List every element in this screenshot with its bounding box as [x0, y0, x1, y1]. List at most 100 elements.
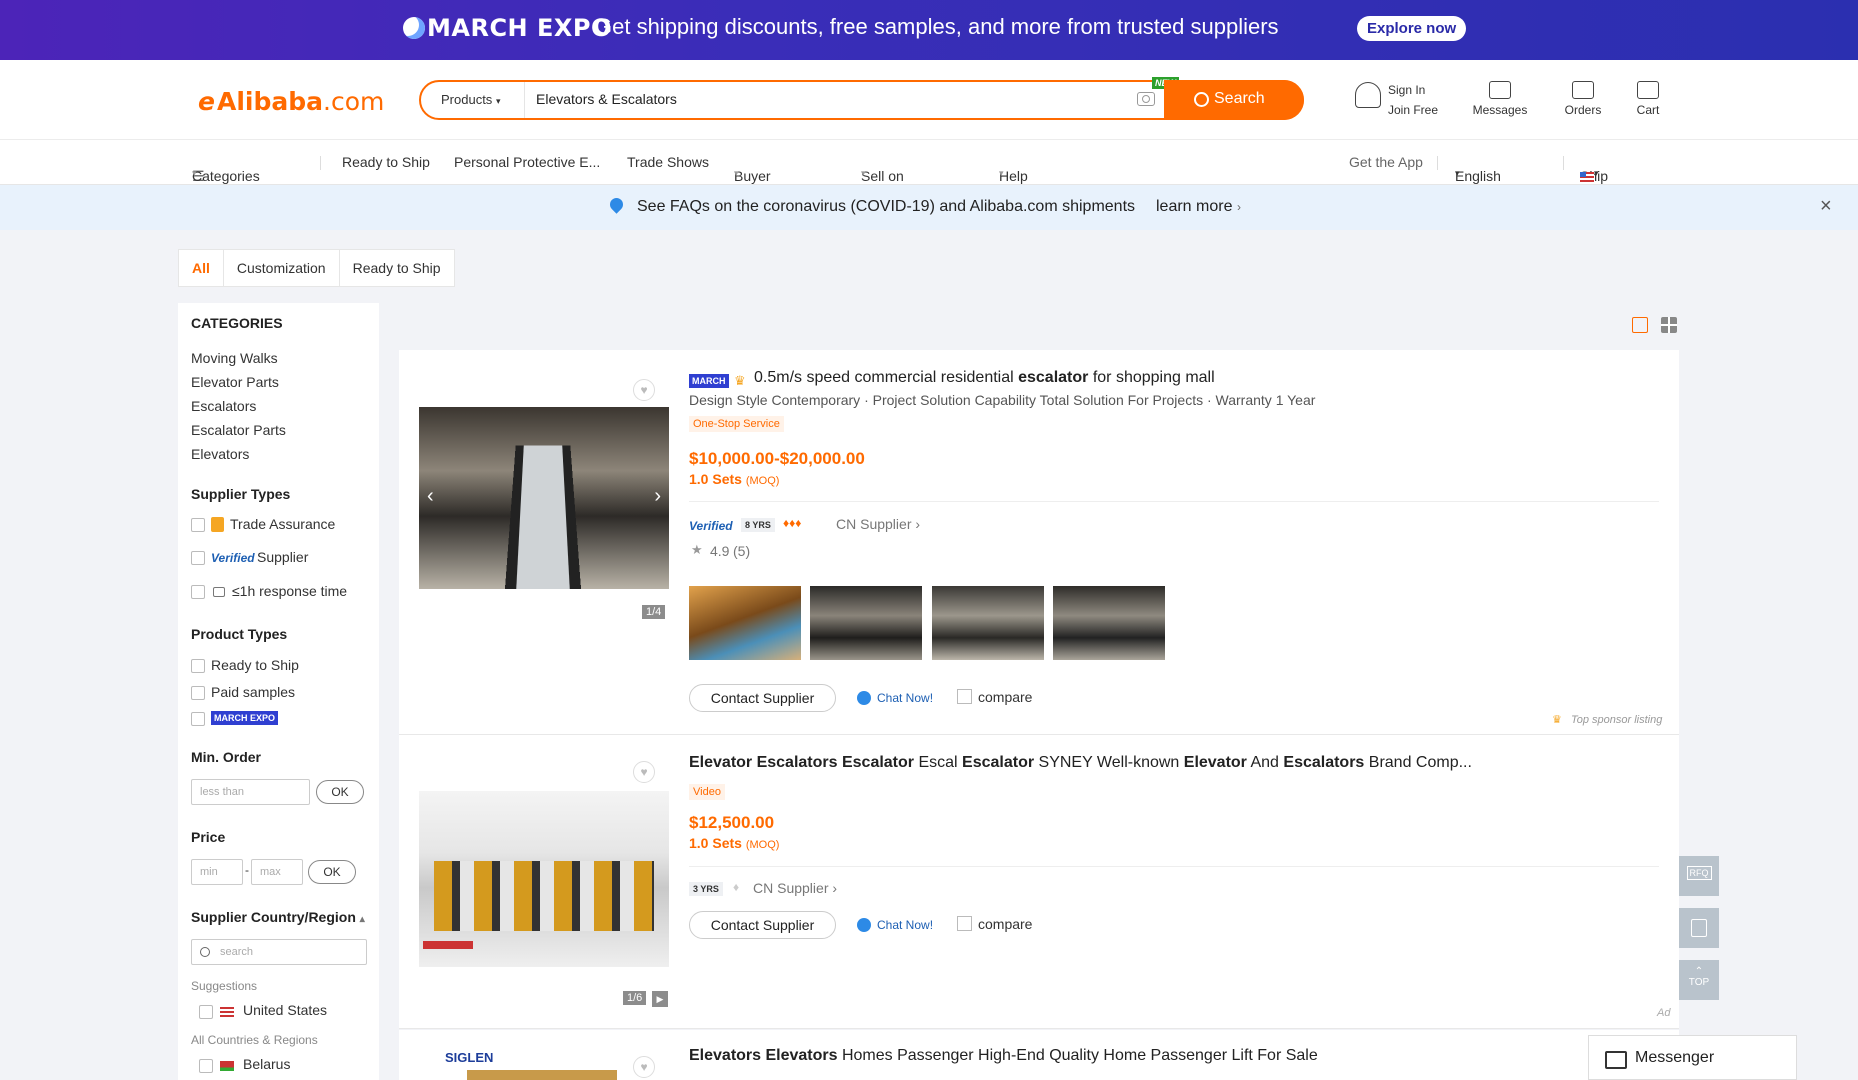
- search-category-label: Products: [441, 92, 493, 107]
- march-expo-checkbox[interactable]: [191, 712, 205, 726]
- search-button[interactable]: Search: [1164, 80, 1304, 120]
- ship-to-select[interactable]: Ship to: ▾: [1580, 154, 1608, 200]
- product-image[interactable]: SIGLEN: [419, 1050, 669, 1080]
- chevron-left-icon[interactable]: ‹: [427, 485, 434, 508]
- tab-ready-to-ship[interactable]: Ready to Ship: [340, 250, 454, 286]
- united-states-checkbox[interactable]: [199, 1005, 213, 1019]
- favorite-heart-icon[interactable]: ♥: [633, 379, 655, 401]
- arrow-up-icon: ⌃: [1694, 966, 1704, 977]
- product-card[interactable]: ‹ › ♥ 1/4 MARCH ♛ 0.5m/s speed commercia…: [399, 350, 1679, 735]
- compare-checkbox[interactable]: compare: [957, 689, 1032, 705]
- product-image[interactable]: ‹ ›: [419, 407, 669, 589]
- product-thumbnail[interactable]: [810, 586, 922, 660]
- verified-supplier-checkbox[interactable]: [191, 551, 205, 565]
- contact-supplier-button[interactable]: Contact Supplier: [689, 911, 836, 939]
- country-search-input[interactable]: search: [191, 939, 367, 965]
- back-to-top-button[interactable]: ⌃ TOP: [1679, 960, 1719, 1000]
- moq-quantity: 1.0 Sets: [689, 835, 742, 851]
- title-keyword: Escalators: [1283, 754, 1365, 771]
- favorite-heart-icon[interactable]: ♥: [633, 1056, 655, 1078]
- categories-label: Categories: [192, 168, 260, 184]
- tab-all[interactable]: All: [179, 250, 224, 286]
- favorite-heart-icon[interactable]: ♥: [633, 761, 655, 783]
- product-thumbnail[interactable]: [689, 586, 801, 660]
- category-escalator-parts[interactable]: Escalator Parts: [191, 422, 286, 438]
- supplier-country-label: CN Supplier: [753, 880, 829, 896]
- product-image[interactable]: [419, 791, 669, 967]
- min-order-input[interactable]: less than: [191, 779, 310, 805]
- covid-notice-text: See FAQs on the coronavirus (COVID-19) a…: [637, 198, 1136, 215]
- response-time-checkbox[interactable]: [191, 585, 205, 599]
- chat-now-button[interactable]: Chat Now!: [857, 918, 933, 932]
- search-category-select[interactable]: Products ▾: [441, 92, 500, 107]
- supplier-country-link[interactable]: CN Supplier ›: [753, 880, 837, 896]
- title-segment: Homes Passenger High-End Quality Home Pa…: [837, 1047, 1318, 1064]
- join-free-link[interactable]: Join Free: [1388, 103, 1438, 117]
- orders-link[interactable]: Orders: [1558, 81, 1608, 117]
- country-search-placeholder: search: [220, 946, 254, 958]
- category-elevator-parts[interactable]: Elevator Parts: [191, 374, 279, 390]
- tab-customization[interactable]: Customization: [224, 250, 340, 286]
- product-thumbnail[interactable]: [932, 586, 1044, 660]
- category-escalators[interactable]: Escalators: [191, 398, 256, 414]
- product-thumbnail[interactable]: [1053, 586, 1165, 660]
- edit-icon: [1691, 919, 1707, 937]
- min-order-ok-button[interactable]: OK: [316, 780, 364, 804]
- search-icon: [200, 947, 210, 957]
- machine-row-shape: [434, 861, 654, 931]
- price-ok-button[interactable]: OK: [308, 860, 356, 884]
- get-the-app-link[interactable]: Get the App: [1349, 154, 1423, 170]
- chevron-up-icon: ▴: [359, 914, 365, 925]
- grid-view-icon[interactable]: [1661, 317, 1677, 333]
- us-flag-icon: [1580, 172, 1594, 182]
- promo-banner[interactable]: MARCH EXPO Get shipping discounts, free …: [0, 0, 1858, 60]
- alibaba-logo-mark: e: [198, 87, 215, 116]
- filter-sidebar: CATEGORIES Moving Walks Elevator Parts E…: [178, 303, 379, 1080]
- category-elevators[interactable]: Elevators: [191, 446, 249, 462]
- price-min-input[interactable]: min: [191, 859, 243, 885]
- ready-to-ship-checkbox[interactable]: [191, 659, 205, 673]
- product-card[interactable]: ♥ 1/6 ▶ Elevator Escalators Escalator Es…: [399, 735, 1679, 1029]
- product-types-heading: Product Types: [191, 626, 288, 642]
- top-sponsor-label: Top sponsor listing: [1571, 714, 1663, 726]
- price-max-input[interactable]: max: [251, 859, 303, 885]
- video-play-icon[interactable]: ▶: [652, 991, 668, 1007]
- category-moving-walks[interactable]: Moving Walks: [191, 350, 278, 366]
- product-title[interactable]: Elevator Escalators Escalator Escal Esca…: [689, 754, 1472, 772]
- belarus-flag-icon: [220, 1061, 234, 1071]
- logo-main: Alibaba: [216, 87, 323, 116]
- product-card[interactable]: SIGLEN ♥ Elevators Elevators Homes Passe…: [399, 1030, 1679, 1080]
- chevron-right-icon[interactable]: ›: [654, 485, 661, 508]
- review-count[interactable]: (5): [733, 543, 750, 559]
- country-heading[interactable]: Supplier Country/Region ▴: [191, 909, 365, 925]
- supplier-country-link[interactable]: CN Supplier ›: [836, 516, 920, 532]
- sign-in-link[interactable]: Sign In: [1388, 83, 1425, 97]
- messages-link[interactable]: Messages: [1470, 81, 1530, 117]
- trade-assurance-checkbox[interactable]: [191, 518, 205, 532]
- trade-assurance-label: Trade Assurance: [230, 516, 336, 532]
- cart-link[interactable]: Cart: [1628, 81, 1668, 117]
- search-input[interactable]: Elevators & Escalators: [536, 91, 677, 107]
- paid-samples-checkbox[interactable]: [191, 686, 205, 700]
- camera-search-icon[interactable]: [1137, 92, 1155, 106]
- feedback-button[interactable]: [1679, 908, 1719, 948]
- nav-ppe[interactable]: Personal Protective E...: [454, 154, 600, 170]
- nav-trade-shows[interactable]: Trade Shows: [627, 154, 709, 170]
- alibaba-logo[interactable]: eAlibaba.com: [198, 87, 384, 116]
- close-icon[interactable]: ×: [1820, 195, 1832, 218]
- learn-more-link[interactable]: learn more ›: [1156, 198, 1241, 216]
- orders-label: Orders: [1564, 103, 1602, 117]
- product-title[interactable]: 0.5m/s speed commercial residential esca…: [754, 369, 1215, 387]
- belarus-checkbox[interactable]: [199, 1059, 213, 1073]
- list-view-icon[interactable]: [1632, 317, 1648, 333]
- location-pin-icon: [607, 195, 626, 214]
- rfq-button[interactable]: RFQ: [1679, 856, 1719, 896]
- contact-supplier-button[interactable]: Contact Supplier: [689, 684, 836, 712]
- compare-checkbox[interactable]: compare: [957, 916, 1032, 932]
- product-title[interactable]: Elevators Elevators Homes Passenger High…: [689, 1047, 1318, 1065]
- product-attributes: Design Style Contemporary · Project Solu…: [689, 392, 1316, 408]
- nav-ready-to-ship[interactable]: Ready to Ship: [342, 154, 430, 170]
- messenger-button[interactable]: Messenger: [1588, 1035, 1797, 1080]
- explore-now-button[interactable]: Explore now: [1357, 16, 1467, 41]
- chat-now-button[interactable]: Chat Now!: [857, 691, 933, 705]
